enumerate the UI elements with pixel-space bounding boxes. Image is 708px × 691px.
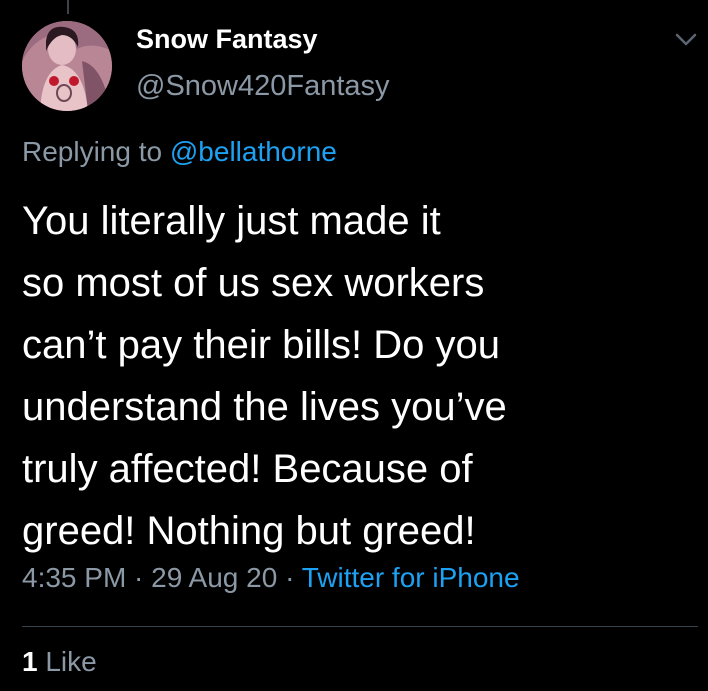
likes-label: Like [45,646,97,677]
tweet-text-line: can’t pay their bills! Do you [22,323,501,367]
reply-mention-link[interactable]: @bellathorne [170,136,337,167]
likes-count: 1 [22,646,38,677]
chevron-down-icon[interactable] [674,30,698,50]
tweet-source-link[interactable]: Twitter for iPhone [302,562,520,593]
replying-to-label: Replying to [22,136,170,167]
divider [22,626,698,627]
author-display-name[interactable]: Snow Fantasy [136,24,318,55]
meta-separator: · [126,562,152,593]
replying-to-line: Replying to @bellathorne [22,136,337,168]
meta-separator: · [277,562,302,593]
tweet-text: You literally just made it so most of us… [22,190,662,562]
tweet-text-line: understand the lives you’ve [22,385,507,429]
profile-photo-icon [22,21,112,111]
tweet-metadata: 4:35 PM · 29 Aug 20 · Twitter for iPhone [22,562,520,594]
tweet-text-line: truly affected! Because of [22,447,473,491]
avatar[interactable] [22,21,112,111]
tweet-date[interactable]: 29 Aug 20 [151,562,277,593]
author-handle[interactable]: @Snow420Fantasy [136,70,390,103]
tweet-text-line: so most of us sex workers [22,261,485,305]
tweet-time[interactable]: 4:35 PM [22,562,126,593]
likes-stat[interactable]: 1 Like [22,646,97,678]
thread-connector-line [67,0,69,14]
tweet-text-line: You literally just made it [22,199,441,243]
tweet-text-line: greed! Nothing but greed! [22,509,476,553]
